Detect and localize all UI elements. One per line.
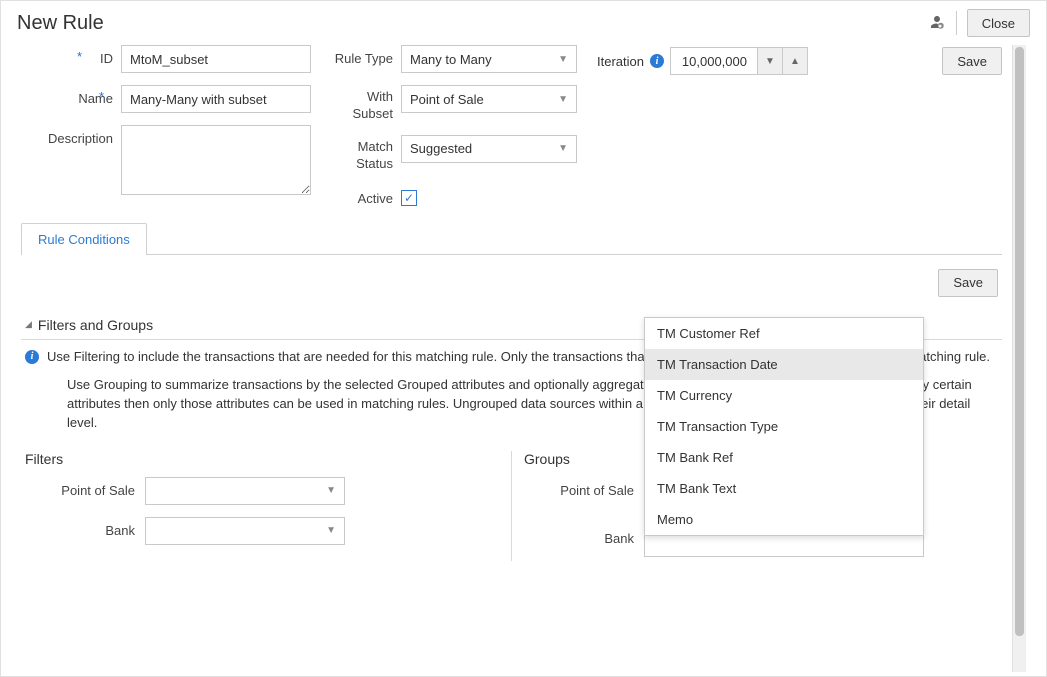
dropdown-item[interactable]: TM Bank Text	[645, 473, 923, 504]
description-field: Description	[21, 125, 311, 195]
save-button-section[interactable]: Save	[938, 269, 998, 297]
content-area: ID Name Description Rule Type Many to Ma…	[1, 45, 1046, 672]
header-actions: Close	[928, 9, 1030, 37]
filters-bank-select[interactable]: ▼	[145, 517, 345, 545]
header-bar: New Rule Close	[1, 1, 1046, 45]
name-field: Name	[21, 85, 311, 113]
iteration-spinner: 10,000,000 ▼ ▲	[670, 47, 808, 75]
iteration-value[interactable]: 10,000,000	[670, 47, 758, 75]
iteration-increment[interactable]: ▲	[782, 47, 808, 75]
description-input[interactable]	[121, 125, 311, 195]
groups-pos-label: Point of Sale	[524, 477, 644, 498]
rule-type-value: Many to Many	[410, 52, 492, 67]
with-subset-value: Point of Sale	[410, 92, 484, 107]
dropdown-item[interactable]: TM Customer Ref	[645, 318, 923, 349]
groups-bank-label: Bank	[524, 525, 644, 546]
iteration-decrement[interactable]: ▼	[757, 47, 783, 75]
description-label: Description	[21, 125, 121, 146]
chevron-down-icon: ▼	[558, 94, 568, 105]
chevron-down-icon: ▼	[558, 143, 568, 154]
collapse-icon: ◢	[25, 319, 32, 330]
vertical-separator	[511, 451, 512, 561]
tab-rule-conditions[interactable]: Rule Conditions	[21, 223, 147, 255]
with-subset-field: With Subset Point of Sale ▼	[331, 85, 577, 123]
dropdown-item[interactable]: TM Transaction Date	[645, 349, 923, 380]
id-input[interactable]	[121, 45, 311, 73]
match-status-value: Suggested	[410, 141, 472, 156]
groups-pos-row: Point of Sale TM Customer Ref TM Transac…	[524, 477, 998, 509]
with-subset-select[interactable]: Point of Sale ▼	[401, 85, 577, 113]
match-status-field: Match Status Suggested ▼	[331, 135, 577, 173]
active-field: Active ✓	[331, 185, 577, 206]
id-field: ID	[21, 45, 311, 73]
info-icon: i	[25, 350, 39, 364]
save-button-top[interactable]: Save	[942, 47, 1002, 75]
filters-column: Filters Point of Sale ▼ Bank ▼	[25, 451, 499, 569]
filters-title: Filters	[25, 451, 499, 467]
filters-pos-select[interactable]: ▼	[145, 477, 345, 505]
filters-groups-title: Filters and Groups	[38, 317, 153, 333]
chevron-down-icon: ▼	[326, 525, 336, 536]
rule-type-label: Rule Type	[331, 45, 401, 66]
name-input[interactable]	[121, 85, 311, 113]
chevron-down-icon: ▼	[326, 485, 336, 496]
dropdown-item[interactable]: TM Currency	[645, 380, 923, 411]
rule-type-select[interactable]: Many to Many ▼	[401, 45, 577, 73]
match-status-select[interactable]: Suggested ▼	[401, 135, 577, 163]
active-label: Active	[331, 185, 401, 206]
settings-personalization-icon[interactable]	[928, 13, 946, 34]
id-label: ID	[21, 45, 121, 66]
with-subset-label: With Subset	[331, 85, 401, 123]
groups-pos-dropdown: TM Customer Ref TM Transaction Date TM C…	[644, 317, 924, 536]
page-title: New Rule	[17, 12, 928, 35]
filters-pos-label: Point of Sale	[25, 477, 145, 498]
name-label: Name	[21, 85, 121, 106]
dropdown-item[interactable]: TM Transaction Type	[645, 411, 923, 442]
close-button[interactable]: Close	[967, 9, 1030, 37]
match-status-label: Match Status	[331, 135, 401, 173]
iteration-label: Iteration	[597, 54, 644, 69]
tabs-bar: Rule Conditions	[21, 222, 1002, 255]
filters-groups-area: Filters Point of Sale ▼ Bank ▼ Groups Po…	[21, 451, 1002, 569]
divider	[956, 11, 957, 35]
active-checkbox[interactable]: ✓	[401, 190, 417, 206]
rule-type-field: Rule Type Many to Many ▼	[331, 45, 577, 73]
dropdown-item[interactable]: TM Bank Ref	[645, 442, 923, 473]
dropdown-item[interactable]: Memo	[645, 504, 923, 535]
scrollbar[interactable]	[1012, 45, 1026, 672]
filters-bank-row: Bank ▼	[25, 517, 499, 545]
filters-bank-label: Bank	[25, 517, 145, 538]
filters-pos-row: Point of Sale ▼	[25, 477, 499, 505]
groups-column: Groups Point of Sale TM Customer Ref TM …	[524, 451, 998, 569]
scrollbar-thumb[interactable]	[1015, 47, 1024, 636]
chevron-down-icon: ▼	[558, 54, 568, 65]
info-icon[interactable]: i	[650, 54, 664, 68]
